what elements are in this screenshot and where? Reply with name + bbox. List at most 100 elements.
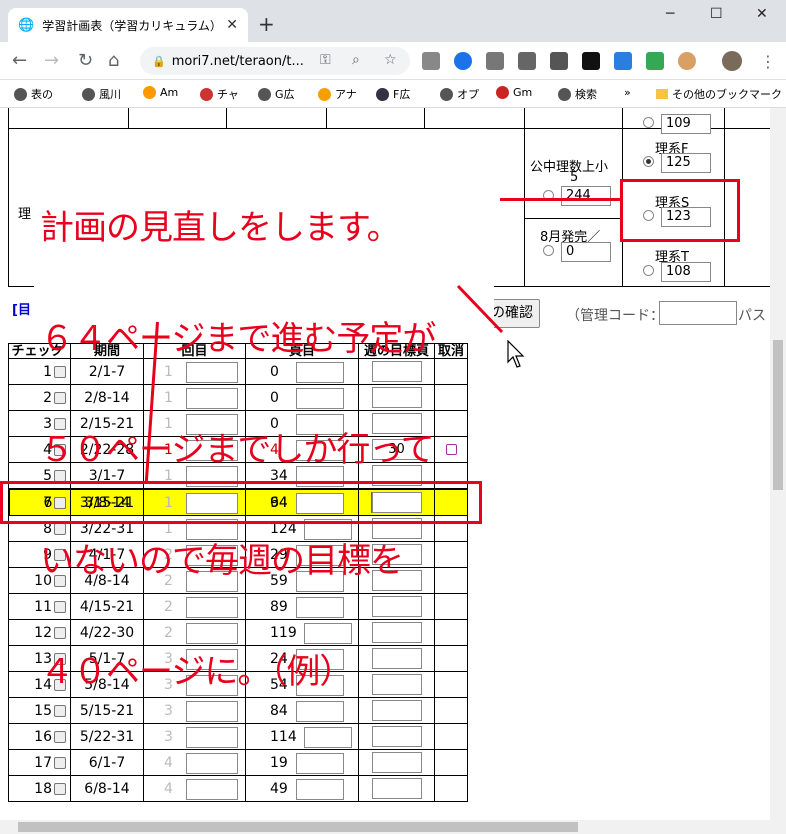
bookmark-item[interactable]: オプ [440,86,479,102]
address-bar[interactable]: 🔒 mori7.net/teraon/t... [140,47,410,75]
drive-icon[interactable] [646,52,664,70]
blue-link-text[interactable]: [目 [12,299,31,318]
bookmark-item[interactable]: アナ [318,86,357,102]
grade-label-1b: 5 [570,170,579,185]
browser-tab-strip: 🌐 学習計画表（学習カリキュラム） ✕ + ─ ☐ ✕ [0,0,786,42]
bookmark-item[interactable]: Gm [496,86,532,99]
page-number: 49 [270,781,288,797]
tab-title: 学習計画表（学習カリキュラム） [42,18,222,33]
reload-button[interactable]: ↻ [78,50,93,71]
bookmark-icon [258,87,271,101]
home-button[interactable]: ⌂ [108,50,119,71]
highlight-box-row-6 [0,481,482,524]
bookmark-icon [376,87,389,101]
bookmark-icon [318,87,331,101]
bookmark-icon [82,87,95,101]
key-icon[interactable]: ⚿ [320,52,331,68]
kanri-code-input[interactable] [659,301,737,325]
cookie-icon[interactable] [678,52,696,70]
bookmark-item[interactable]: Am [143,86,178,99]
bookmark-icon [200,87,213,101]
annotation-line: ４０ページに。（例） [40,652,353,692]
pass-label: パス [738,308,766,324]
radio-rika-t[interactable] [643,265,654,276]
kai-number: 4 [164,781,173,797]
extension-icon-3[interactable] [486,52,504,70]
bookmarks-bar: 表の 風川 Am チャ G広 アナ F広 オプ Gm 検索 » その他のブックマ… [0,80,786,108]
globe-icon: 🌐 [18,17,35,33]
kanri-code-label: （管理コード： [566,308,664,324]
bookmark-icon [14,87,27,101]
field-rika-t[interactable]: 108 [661,262,711,282]
browser-toolbar: ← → ↻ ⌂ 🔒 mori7.net/teraon/t... ⚿ ⌕ ☆ ⋮ [0,42,786,80]
page-content: 理 109 理系F 125 公中理数上小 5 244 8月発完／ 0 理系S 1… [0,108,770,820]
mouse-cursor-icon [507,340,525,368]
browser-tab[interactable]: 🌐 学習計画表（学習カリキュラム） ✕ [8,8,248,42]
extension-icon-2[interactable] [454,52,472,70]
extension-icon-5[interactable] [550,52,568,70]
annotation-line: ６４ページまで進む予定が [40,319,436,359]
check-cell: 18 [8,775,71,802]
field-8gatsu[interactable]: 0 [561,242,611,262]
goal-input[interactable] [371,778,422,799]
bookmark-item[interactable]: F広 [376,86,410,102]
left-cut-label: 理 [18,207,32,222]
cancel-cell [434,775,468,802]
bookmark-icon [496,86,509,99]
bookmark-item[interactable]: 検索 [558,86,597,102]
scroll-thumb[interactable] [18,822,578,832]
maximize-button[interactable]: ☐ [710,6,723,22]
star-icon[interactable]: ☆ [384,52,397,68]
bookmark-item[interactable]: G広 [258,86,295,102]
lock-icon: 🔒 [152,54,166,68]
bookmark-icon [440,87,453,101]
annotation-line: いないので毎週の目標を [40,541,404,581]
bookmark-item[interactable]: 風川 [82,86,121,102]
row-number: 18 [34,780,52,797]
annotation-line: 計画の見直しをします。 [40,208,401,248]
extension-icon-6[interactable] [582,52,600,70]
field-rika-f[interactable]: 125 [661,153,711,173]
radio-rika-f[interactable] [643,156,654,167]
kai-input[interactable] [186,779,238,800]
back-button[interactable]: ← [12,50,27,71]
table-row: 18 6/8-14 4 49 [8,775,468,802]
radio-109[interactable] [643,117,654,128]
bookmark-icon [143,86,156,99]
page-input[interactable] [296,779,344,800]
vertical-scrollbar[interactable] [770,108,786,820]
minimize-button[interactable]: ─ [666,6,674,22]
horizontal-scrollbar[interactable] [0,820,786,834]
field-244[interactable]: 244 [561,186,611,206]
period-cell: 6/8-14 [70,775,144,802]
new-tab-button[interactable]: + [258,12,275,36]
other-bookmarks[interactable]: その他のブックマーク [656,86,782,102]
annotation-arrow [456,284,504,334]
url-text: mori7.net/teraon/t... [171,53,304,69]
avatar[interactable] [722,51,742,71]
page-cell: 49 [245,775,359,802]
radio-8gatsu[interactable] [543,245,554,256]
annotation-line: ５０ページまでしか行って [40,430,435,470]
bookmark-icon [558,87,571,101]
annotation-pointer-line [500,198,620,201]
annotation-text: 計画の見直しをします。 ６４ページまで進む予定が ５０ページまでしか行って いな… [40,136,492,765]
bookmark-item[interactable]: 表の [14,86,53,102]
row-checkbox[interactable] [54,782,66,795]
goal-cell [358,775,435,802]
grade-label-1: 公中理数上小 [530,160,609,175]
forward-button[interactable]: → [44,50,59,71]
highlight-box-rika-s [620,179,740,242]
bookmarks-more[interactable]: » [624,86,631,99]
tab-close-icon[interactable]: ✕ [226,17,238,33]
field-109[interactable]: 109 [661,114,711,134]
menu-icon[interactable]: ⋮ [760,52,776,71]
close-window-button[interactable]: ✕ [756,6,768,22]
scroll-thumb[interactable] [773,340,783,490]
extension-icon-7[interactable] [614,52,632,70]
extension-icon-1[interactable] [422,52,440,70]
extension-icon-4[interactable] [518,52,536,70]
zoom-icon[interactable]: ⌕ [352,52,360,68]
folder-icon [656,89,668,99]
bookmark-item[interactable]: チャ [200,86,239,102]
